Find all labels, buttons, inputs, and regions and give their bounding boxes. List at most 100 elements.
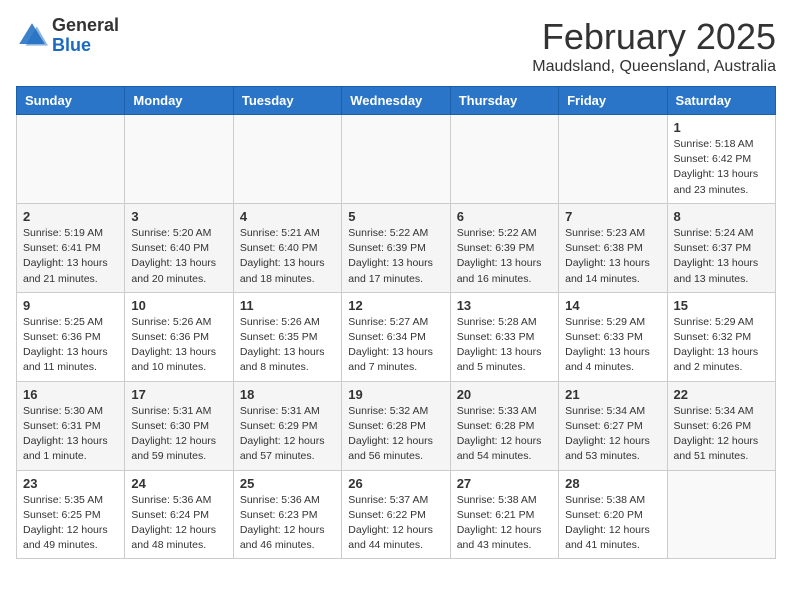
weekday-header-row: SundayMondayTuesdayWednesdayThursdayFrid… — [17, 87, 776, 115]
weekday-header-tuesday: Tuesday — [233, 87, 341, 115]
week-row-1: 1 Sunrise: 5:18 AM Sunset: 6:42 PM Daylig… — [17, 115, 776, 204]
calendar-table: SundayMondayTuesdayWednesdayThursdayFrid… — [16, 86, 776, 559]
day-info: Sunrise: 5:22 AM Sunset: 6:39 PM Dayligh… — [348, 226, 443, 287]
day-info: Sunrise: 5:18 AM Sunset: 6:42 PM Dayligh… — [674, 137, 769, 198]
day-number: 14 — [565, 298, 660, 313]
day-number: 15 — [674, 298, 769, 313]
day-number: 12 — [348, 298, 443, 313]
calendar-cell — [233, 115, 341, 204]
day-info: Sunrise: 5:24 AM Sunset: 6:37 PM Dayligh… — [674, 226, 769, 287]
day-number: 22 — [674, 387, 769, 402]
calendar-cell: 25 Sunrise: 5:36 AM Sunset: 6:23 PM Dayli… — [233, 470, 341, 559]
calendar-cell: 27Sunrise: 5:38 AM Sunset: 6:21 PM Dayli… — [450, 470, 558, 559]
calendar-cell: 14 Sunrise: 5:29 AM Sunset: 6:33 PM Dayli… — [559, 292, 667, 381]
calendar-cell: 7 Sunrise: 5:23 AM Sunset: 6:38 PM Daylig… — [559, 203, 667, 292]
calendar-cell: 10 Sunrise: 5:26 AM Sunset: 6:36 PM Dayli… — [125, 292, 233, 381]
calendar-cell: 2 Sunrise: 5:19 AM Sunset: 6:41 PM Daylig… — [17, 203, 125, 292]
calendar-cell: 17 Sunrise: 5:31 AM Sunset: 6:30 PM Dayli… — [125, 381, 233, 470]
day-number: 9 — [23, 298, 118, 313]
day-number: 19 — [348, 387, 443, 402]
weekday-header-sunday: Sunday — [17, 87, 125, 115]
day-info: Sunrise: 5:38 AM Sunset: 6:20 PM Dayligh… — [565, 493, 660, 554]
calendar-cell: 11Sunrise: 5:26 AM Sunset: 6:35 PM Dayli… — [233, 292, 341, 381]
weekday-header-saturday: Saturday — [667, 87, 775, 115]
day-info: Sunrise: 5:27 AM Sunset: 6:34 PM Dayligh… — [348, 315, 443, 376]
calendar-cell: 24Sunrise: 5:36 AM Sunset: 6:24 PM Dayli… — [125, 470, 233, 559]
logo-blue-text: Blue — [52, 36, 119, 56]
day-number: 7 — [565, 209, 660, 224]
day-number: 21 — [565, 387, 660, 402]
day-number: 2 — [23, 209, 118, 224]
calendar-cell: 16 Sunrise: 5:30 AM Sunset: 6:31 PM Dayli… — [17, 381, 125, 470]
week-row-4: 16 Sunrise: 5:30 AM Sunset: 6:31 PM Dayli… — [17, 381, 776, 470]
calendar-cell: 28 Sunrise: 5:38 AM Sunset: 6:20 PM Dayli… — [559, 470, 667, 559]
day-number: 18 — [240, 387, 335, 402]
calendar-cell: 9Sunrise: 5:25 AM Sunset: 6:36 PM Daylig… — [17, 292, 125, 381]
calendar-cell: 3Sunrise: 5:20 AM Sunset: 6:40 PM Daylig… — [125, 203, 233, 292]
calendar-cell: 19 Sunrise: 5:32 AM Sunset: 6:28 PM Dayli… — [342, 381, 450, 470]
day-number: 27 — [457, 476, 552, 491]
day-info: Sunrise: 5:31 AM Sunset: 6:30 PM Dayligh… — [131, 404, 226, 465]
day-info: Sunrise: 5:32 AM Sunset: 6:28 PM Dayligh… — [348, 404, 443, 465]
logo-icon — [16, 20, 48, 52]
day-number: 6 — [457, 209, 552, 224]
day-info: Sunrise: 5:26 AM Sunset: 6:36 PM Dayligh… — [131, 315, 226, 376]
month-title: February 2025 — [532, 16, 776, 58]
day-number: 20 — [457, 387, 552, 402]
weekday-header-friday: Friday — [559, 87, 667, 115]
day-number: 17 — [131, 387, 226, 402]
calendar-cell — [559, 115, 667, 204]
day-info: Sunrise: 5:29 AM Sunset: 6:33 PM Dayligh… — [565, 315, 660, 376]
day-number: 5 — [348, 209, 443, 224]
calendar-cell — [17, 115, 125, 204]
day-info: Sunrise: 5:20 AM Sunset: 6:40 PM Dayligh… — [131, 226, 226, 287]
day-number: 25 — [240, 476, 335, 491]
day-number: 8 — [674, 209, 769, 224]
day-info: Sunrise: 5:23 AM Sunset: 6:38 PM Dayligh… — [565, 226, 660, 287]
calendar-cell: 6 Sunrise: 5:22 AM Sunset: 6:39 PM Daylig… — [450, 203, 558, 292]
day-info: Sunrise: 5:22 AM Sunset: 6:39 PM Dayligh… — [457, 226, 552, 287]
day-info: Sunrise: 5:34 AM Sunset: 6:26 PM Dayligh… — [674, 404, 769, 465]
day-info: Sunrise: 5:31 AM Sunset: 6:29 PM Dayligh… — [240, 404, 335, 465]
logo: General Blue — [16, 16, 119, 56]
week-row-5: 23 Sunrise: 5:35 AM Sunset: 6:25 PM Dayli… — [17, 470, 776, 559]
day-info: Sunrise: 5:34 AM Sunset: 6:27 PM Dayligh… — [565, 404, 660, 465]
day-number: 1 — [674, 120, 769, 135]
calendar-cell: 8 Sunrise: 5:24 AM Sunset: 6:37 PM Daylig… — [667, 203, 775, 292]
calendar-cell: 13 Sunrise: 5:28 AM Sunset: 6:33 PM Dayli… — [450, 292, 558, 381]
day-info: Sunrise: 5:33 AM Sunset: 6:28 PM Dayligh… — [457, 404, 552, 465]
day-info: Sunrise: 5:37 AM Sunset: 6:22 PM Dayligh… — [348, 493, 443, 554]
calendar-cell — [342, 115, 450, 204]
day-info: Sunrise: 5:35 AM Sunset: 6:25 PM Dayligh… — [23, 493, 118, 554]
day-number: 24 — [131, 476, 226, 491]
day-number: 23 — [23, 476, 118, 491]
calendar-cell — [450, 115, 558, 204]
calendar-cell: 4 Sunrise: 5:21 AM Sunset: 6:40 PM Daylig… — [233, 203, 341, 292]
calendar-cell: 5 Sunrise: 5:22 AM Sunset: 6:39 PM Daylig… — [342, 203, 450, 292]
day-number: 16 — [23, 387, 118, 402]
day-number: 28 — [565, 476, 660, 491]
weekday-header-monday: Monday — [125, 87, 233, 115]
calendar-cell: 23 Sunrise: 5:35 AM Sunset: 6:25 PM Dayli… — [17, 470, 125, 559]
calendar-cell: 1 Sunrise: 5:18 AM Sunset: 6:42 PM Daylig… — [667, 115, 775, 204]
day-info: Sunrise: 5:30 AM Sunset: 6:31 PM Dayligh… — [23, 404, 118, 465]
day-info: Sunrise: 5:28 AM Sunset: 6:33 PM Dayligh… — [457, 315, 552, 376]
calendar-cell: 12 Sunrise: 5:27 AM Sunset: 6:34 PM Dayli… — [342, 292, 450, 381]
title-block: February 2025 Maudsland, Queensland, Aus… — [532, 16, 776, 76]
calendar-cell — [125, 115, 233, 204]
calendar-cell: 26Sunrise: 5:37 AM Sunset: 6:22 PM Dayli… — [342, 470, 450, 559]
calendar-cell: 21 Sunrise: 5:34 AM Sunset: 6:27 PM Dayli… — [559, 381, 667, 470]
calendar-cell: 20 Sunrise: 5:33 AM Sunset: 6:28 PM Dayli… — [450, 381, 558, 470]
day-info: Sunrise: 5:26 AM Sunset: 6:35 PM Dayligh… — [240, 315, 335, 376]
weekday-header-thursday: Thursday — [450, 87, 558, 115]
page-header: General Blue February 2025 Maudsland, Qu… — [16, 16, 776, 76]
day-info: Sunrise: 5:21 AM Sunset: 6:40 PM Dayligh… — [240, 226, 335, 287]
day-number: 13 — [457, 298, 552, 313]
day-number: 10 — [131, 298, 226, 313]
day-info: Sunrise: 5:19 AM Sunset: 6:41 PM Dayligh… — [23, 226, 118, 287]
location-title: Maudsland, Queensland, Australia — [532, 58, 776, 76]
day-info: Sunrise: 5:36 AM Sunset: 6:23 PM Dayligh… — [240, 493, 335, 554]
day-number: 4 — [240, 209, 335, 224]
calendar-cell: 22 Sunrise: 5:34 AM Sunset: 6:26 PM Dayli… — [667, 381, 775, 470]
calendar-cell: 18 Sunrise: 5:31 AM Sunset: 6:29 PM Dayli… — [233, 381, 341, 470]
